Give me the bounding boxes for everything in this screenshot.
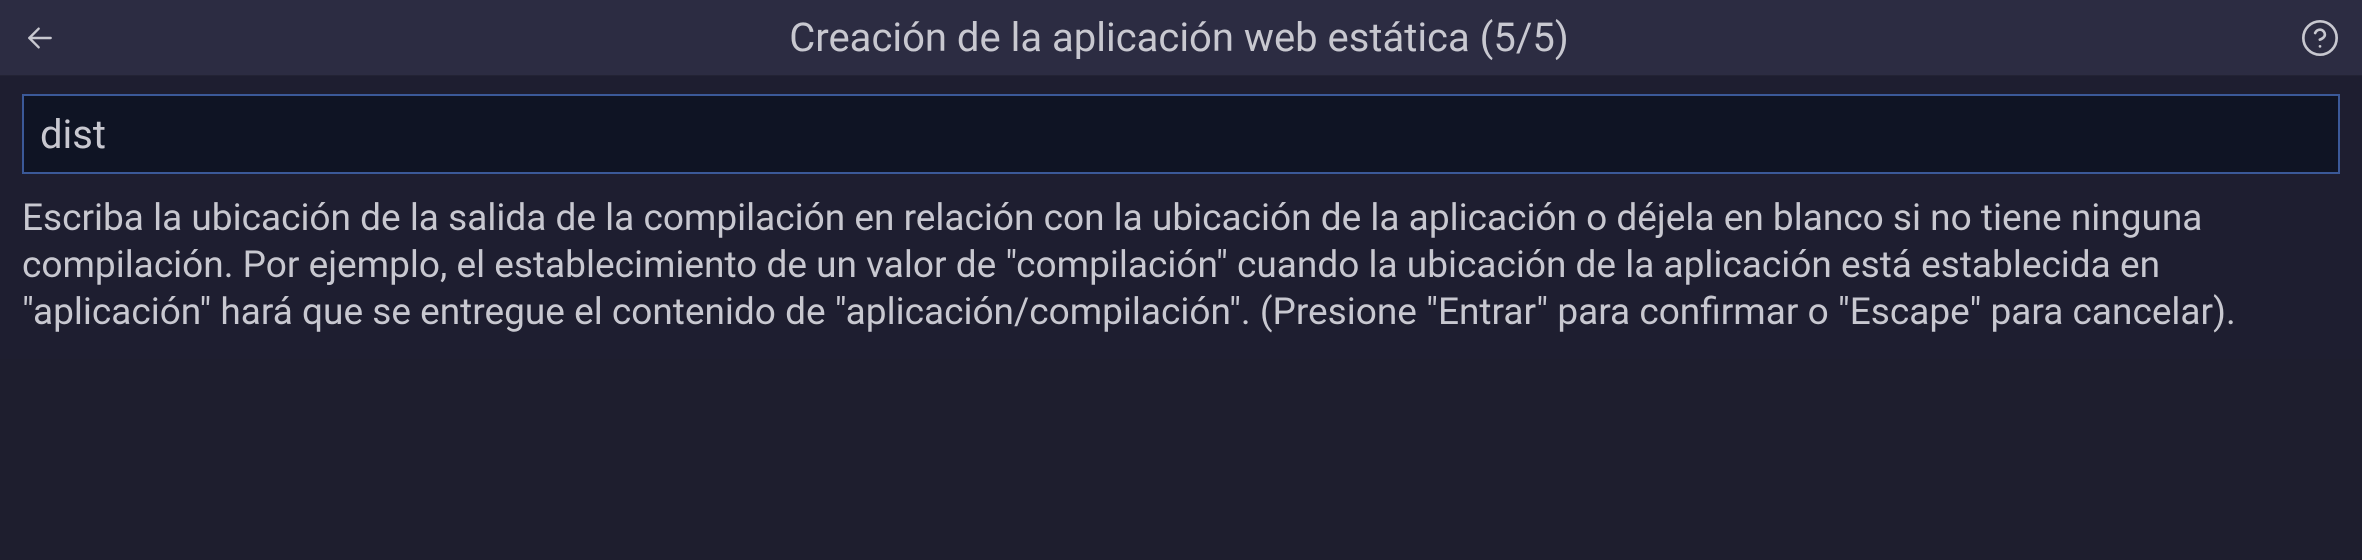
description-text: Escriba la ubicación de la salida de la … bbox=[22, 196, 2340, 337]
help-button[interactable] bbox=[2298, 16, 2342, 60]
page-title: Creación de la aplicación web estática (… bbox=[60, 14, 2298, 61]
back-button[interactable] bbox=[20, 18, 60, 58]
input-wrapper bbox=[22, 94, 2340, 174]
help-circle-icon bbox=[2300, 18, 2340, 58]
build-output-location-input[interactable] bbox=[22, 94, 2340, 174]
arrow-left-icon bbox=[24, 22, 56, 54]
header-bar: Creación de la aplicación web estática (… bbox=[0, 0, 2362, 76]
content-area: Escriba la ubicación de la salida de la … bbox=[0, 76, 2362, 359]
